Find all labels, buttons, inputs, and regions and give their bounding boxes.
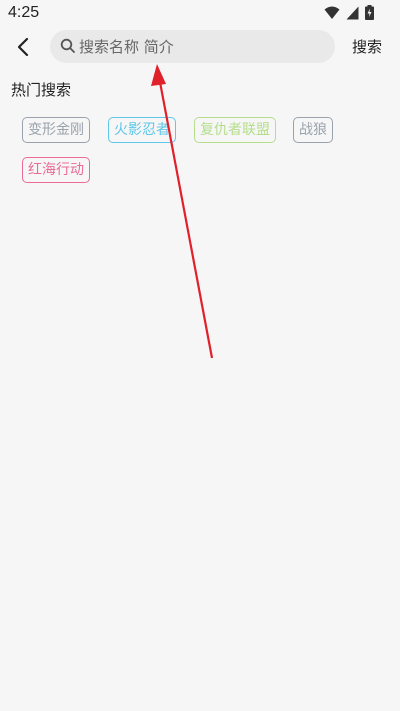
hot-search-tag[interactable]: 战狼	[293, 117, 333, 143]
search-button[interactable]: 搜索	[352, 36, 382, 57]
search-icon	[60, 38, 75, 53]
wifi-icon	[324, 6, 340, 20]
annotation-arrow	[151, 64, 214, 359]
search-input[interactable]	[79, 30, 324, 63]
back-button[interactable]	[10, 34, 36, 60]
hot-search-tag[interactable]: 变形金刚	[22, 117, 90, 143]
top-bar: 搜索	[0, 28, 400, 66]
status-time: 4:25	[8, 4, 40, 21]
status-bar: 4:25	[0, 0, 400, 28]
search-box[interactable]	[50, 30, 335, 63]
hot-search-tag[interactable]: 复仇者联盟	[194, 117, 276, 143]
signal-icon	[346, 6, 359, 20]
hot-search-tag[interactable]: 火影忍者	[108, 117, 176, 143]
back-arrow-icon	[17, 37, 29, 57]
hot-search-tag[interactable]: 红海行动	[22, 157, 90, 183]
battery-icon	[365, 5, 374, 20]
status-icons	[324, 5, 374, 20]
hot-search-title: 热门搜索	[11, 81, 72, 99]
